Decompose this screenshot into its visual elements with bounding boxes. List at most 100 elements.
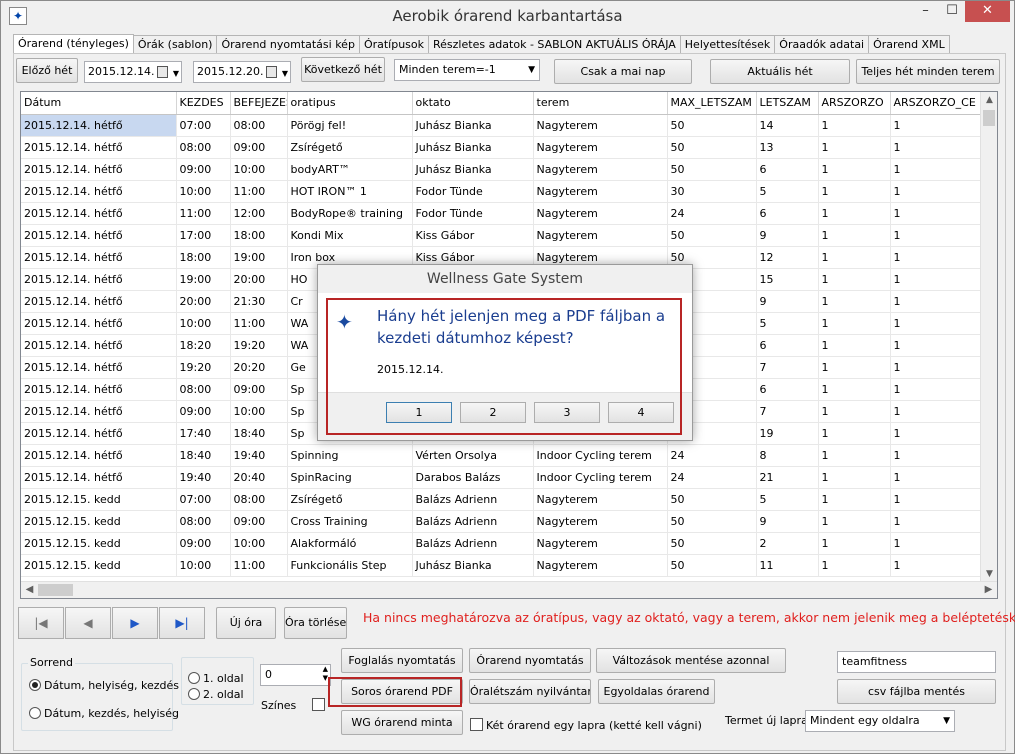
- table-cell[interactable]: Nagyterem: [533, 202, 668, 225]
- table-cell[interactable]: Kiss Gábor: [412, 224, 534, 247]
- table-cell[interactable]: 21:30: [230, 290, 288, 313]
- tab-class-types[interactable]: Óratípusok: [358, 35, 430, 54]
- table-cell[interactable]: 21: [756, 466, 819, 489]
- two-per-page-option[interactable]: Két órarend egy lapra (ketté kell vágni): [470, 718, 702, 732]
- table-cell[interactable]: 1: [818, 400, 891, 423]
- table-cell[interactable]: 50: [667, 510, 757, 533]
- table-cell[interactable]: Juhász Bianka: [412, 136, 534, 159]
- table-cell[interactable]: 12:00: [230, 202, 288, 225]
- table-cell[interactable]: 19:20: [176, 356, 231, 379]
- table-cell[interactable]: 50: [667, 136, 757, 159]
- scroll-thumb[interactable]: [38, 584, 73, 596]
- table-cell[interactable]: 1: [818, 246, 891, 269]
- table-cell[interactable]: Fodor Tünde: [412, 180, 534, 203]
- room-new-page-select[interactable]: Mindent egy oldalra ▼: [805, 710, 955, 732]
- table-cell[interactable]: 19:40: [176, 466, 231, 489]
- table-cell[interactable]: 19:00: [176, 268, 231, 291]
- table-cell[interactable]: 17:00: [176, 224, 231, 247]
- table-cell[interactable]: 2015.12.14. hétfő: [21, 356, 177, 379]
- table-cell[interactable]: 50: [667, 554, 757, 577]
- table-cell[interactable]: 10:00: [230, 400, 288, 423]
- table-cell[interactable]: 11:00: [230, 312, 288, 335]
- table-cell[interactable]: 9: [756, 290, 819, 313]
- table-cell[interactable]: 1: [818, 334, 891, 357]
- table-row[interactable]: 2015.12.14. hétfő 07:00 08:00 Pörögj fel! Ju…: [21, 114, 997, 137]
- table-cell[interactable]: 6: [756, 202, 819, 225]
- colored-option[interactable]: Színes: [261, 698, 325, 712]
- table-cell[interactable]: 2015.12.15. kedd: [21, 488, 177, 511]
- scroll-left-icon[interactable]: ◀: [21, 582, 38, 598]
- table-row[interactable]: 2015.12.14. hétfő 10:00 11:00 HOT IRON™ 1 Fo…: [21, 180, 997, 203]
- schedule-print-button[interactable]: Órarend nyomtatás: [469, 648, 591, 673]
- table-cell[interactable]: 14: [756, 114, 819, 137]
- table-cell[interactable]: HOT IRON™ 1: [287, 180, 413, 203]
- table-cell[interactable]: 15: [756, 268, 819, 291]
- table-cell[interactable]: 11:00: [230, 554, 288, 577]
- booking-print-button[interactable]: Foglalás nyomtatás: [341, 648, 463, 673]
- table-cell[interactable]: 9: [756, 510, 819, 533]
- table-cell[interactable]: 09:00: [230, 378, 288, 401]
- save-changes-now-button[interactable]: Változások mentése azonnal: [596, 648, 786, 673]
- table-cell[interactable]: 20:00: [176, 290, 231, 313]
- table-cell[interactable]: 1: [818, 554, 891, 577]
- colored-checkbox[interactable]: [311, 698, 325, 711]
- tab-substitutions[interactable]: Helyettesítések: [679, 35, 776, 54]
- table-cell[interactable]: 10:00: [230, 158, 288, 181]
- current-week-button[interactable]: Aktuális hét: [710, 59, 850, 84]
- side-option-1[interactable]: 1. oldal: [188, 672, 244, 685]
- table-cell[interactable]: 1: [818, 466, 891, 489]
- table-cell[interactable]: 2: [756, 532, 819, 555]
- table-cell[interactable]: 19:00: [230, 246, 288, 269]
- table-cell[interactable]: 20:40: [230, 466, 288, 489]
- table-row[interactable]: 2015.12.14. hétfő 09:00 10:00 bodyART™ Juhás…: [21, 158, 997, 181]
- table-cell[interactable]: 1: [818, 312, 891, 335]
- table-row[interactable]: 2015.12.15. kedd 10:00 11:00 Funkcionális S…: [21, 554, 997, 577]
- table-cell[interactable]: 1: [818, 532, 891, 555]
- table-cell[interactable]: 1: [818, 136, 891, 159]
- table-cell[interactable]: 18:20: [176, 334, 231, 357]
- table-cell[interactable]: Kondi Mix: [287, 224, 413, 247]
- table-cell[interactable]: Nagyterem: [533, 180, 668, 203]
- column-header[interactable]: oratipus: [287, 92, 413, 115]
- table-cell[interactable]: Juhász Bianka: [412, 114, 534, 137]
- column-header[interactable]: oktato: [412, 92, 534, 115]
- room-filter-select[interactable]: Minden terem=-1 ▼: [394, 59, 540, 81]
- table-cell[interactable]: 24: [667, 466, 757, 489]
- table-row[interactable]: 2015.12.14. hétfő 08:00 09:00 Zsírégető Juhá…: [21, 136, 997, 159]
- table-cell[interactable]: 1: [818, 290, 891, 313]
- table-cell[interactable]: 13: [756, 136, 819, 159]
- new-class-button[interactable]: Új óra: [216, 607, 276, 639]
- table-cell[interactable]: Balázs Adrienn: [412, 510, 534, 533]
- table-cell[interactable]: BodyRope® training: [287, 202, 413, 225]
- last-record-button[interactable]: ▶|: [159, 607, 205, 639]
- table-cell[interactable]: 20:00: [230, 268, 288, 291]
- table-cell[interactable]: 2015.12.14. hétfő: [21, 224, 177, 247]
- table-row[interactable]: 2015.12.14. hétfő 18:40 19:40 Spinning Vérte…: [21, 444, 997, 467]
- table-cell[interactable]: 2015.12.14. hétfő: [21, 378, 177, 401]
- table-cell[interactable]: Nagyterem: [533, 532, 668, 555]
- scroll-down-icon[interactable]: ▼: [981, 566, 997, 582]
- table-cell[interactable]: 08:00: [176, 510, 231, 533]
- tab-schedule-actual[interactable]: Órarend (tényleges): [13, 34, 134, 55]
- table-cell[interactable]: 08:00: [176, 378, 231, 401]
- table-cell[interactable]: 2015.12.14. hétfő: [21, 180, 177, 203]
- table-row[interactable]: 2015.12.14. hétfő 11:00 12:00 BodyRope® tra…: [21, 202, 997, 225]
- table-cell[interactable]: 19: [756, 422, 819, 445]
- table-cell[interactable]: 5: [756, 488, 819, 511]
- table-cell[interactable]: 50: [667, 114, 757, 137]
- table-cell[interactable]: 11: [756, 554, 819, 577]
- scroll-thumb[interactable]: [983, 110, 995, 126]
- first-record-button[interactable]: |◀: [18, 607, 64, 639]
- table-cell[interactable]: 17:40: [176, 422, 231, 445]
- table-cell[interactable]: 09:00: [176, 158, 231, 181]
- table-cell[interactable]: 1: [818, 224, 891, 247]
- table-cell[interactable]: 1: [818, 488, 891, 511]
- table-cell[interactable]: 9: [756, 224, 819, 247]
- next-week-button[interactable]: Következő hét: [301, 57, 385, 82]
- table-cell[interactable]: 18:00: [230, 224, 288, 247]
- class-headcount-button[interactable]: Óralétszám nyilvántartó: [469, 679, 591, 704]
- table-cell[interactable]: 07:00: [176, 488, 231, 511]
- table-cell[interactable]: Indoor Cycling terem: [533, 466, 668, 489]
- full-week-all-rooms-button[interactable]: Teljes hét minden terem: [856, 59, 1000, 84]
- table-cell[interactable]: Juhász Bianka: [412, 554, 534, 577]
